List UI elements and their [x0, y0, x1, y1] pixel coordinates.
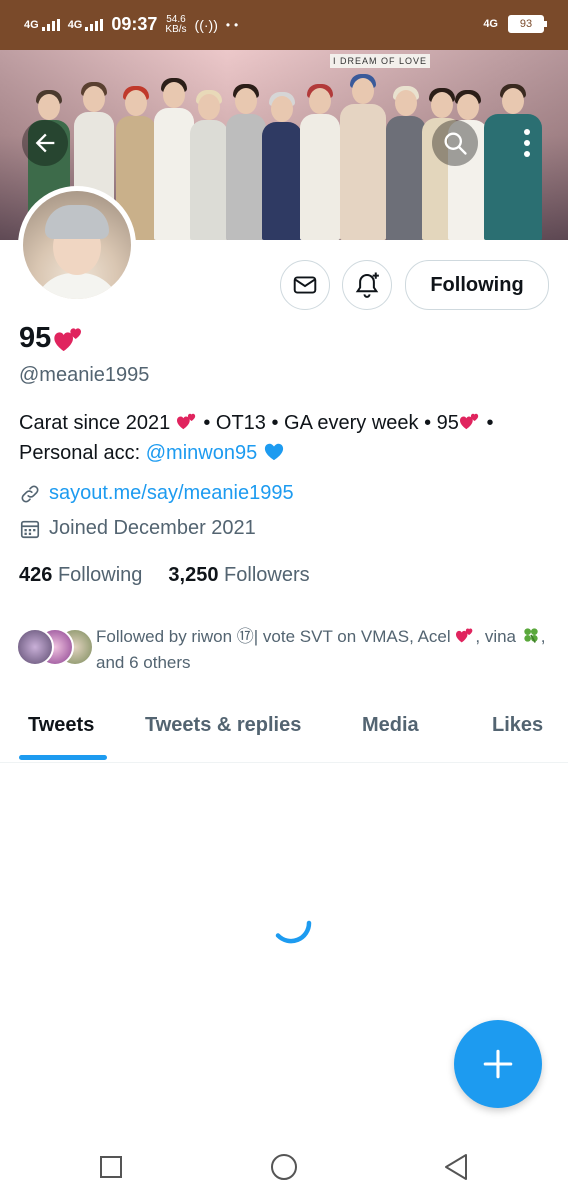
two-hearts-icon [456, 628, 473, 643]
banner-figure [386, 86, 426, 240]
website-link[interactable]: sayout.me/say/meanie1995 [49, 482, 294, 505]
profile-name: 95 [19, 322, 52, 354]
joined-text: Joined December 2021 [49, 517, 256, 539]
network-speed: 54.6 KB/s [165, 14, 187, 35]
followed-by-text: Followed by riwon ⑰| vote SVT on VMAS, A… [96, 624, 556, 676]
following-label: Following [57, 564, 143, 586]
more-options-button[interactable] [504, 120, 550, 166]
profile-handle: @meanie1995 [19, 364, 150, 386]
banner-figure [154, 78, 194, 240]
bio-mention-link[interactable]: @minwon95 [146, 442, 257, 464]
clock: 09:37 [111, 14, 158, 34]
profile-avatar[interactable] [18, 186, 136, 304]
banner-sign-text: I DREAM OF LOVE [330, 54, 430, 68]
banner-figure [226, 84, 266, 240]
profile-joined: Joined December 2021 [19, 517, 256, 540]
followers-label: Followers [224, 564, 310, 586]
status-bar: 4G 4G 09:37 54.6 KB/s ((·)) •• 4G 93 [0, 0, 568, 50]
signal-label: 4G [24, 18, 39, 31]
system-navigation-bar [0, 1130, 568, 1200]
signal-icon-2: 4G [67, 18, 104, 31]
arrow-left-icon [35, 133, 55, 153]
profile-tabs: Tweets Tweets & replies Media Likes [0, 702, 568, 763]
link-icon [21, 485, 39, 502]
active-tab-indicator [19, 755, 107, 760]
plus-icon [483, 1049, 513, 1079]
compose-tweet-button[interactable] [454, 1020, 542, 1108]
message-button[interactable] [280, 260, 330, 310]
two-hearts-icon [459, 413, 479, 430]
following-count-link[interactable]: 426 Following [19, 564, 142, 587]
bio-text-1: Carat since 2021 [19, 412, 171, 434]
home-button[interactable] [269, 1152, 299, 1182]
profile-bio: Carat since 2021 • OT13 • GA every week … [19, 408, 554, 468]
envelope-icon [293, 276, 317, 294]
hotspot-icon: ((·)) [194, 16, 218, 33]
tab-tweets[interactable]: Tweets [28, 714, 94, 737]
system-back-button[interactable] [441, 1152, 471, 1182]
calendar-icon [20, 520, 40, 538]
following-count: 426 [19, 564, 53, 586]
bio-text-2: • OT13 • GA every week • 95 [197, 412, 459, 434]
avatar-photo [23, 191, 131, 299]
circle-icon [271, 1154, 297, 1180]
network-type: 4G [483, 18, 498, 30]
search-icon [444, 132, 467, 155]
followers-count-link[interactable]: 3,250 Followers [168, 564, 309, 587]
follower-avatar [16, 628, 54, 666]
battery-icon: 93 [508, 15, 547, 33]
profile-name-row: 95 [19, 322, 85, 355]
banner-figure [340, 74, 386, 240]
two-hearts-icon [54, 327, 82, 351]
tab-likes[interactable]: Likes [492, 714, 543, 737]
spinner-icon [275, 920, 312, 944]
banner-figure [300, 84, 340, 240]
four-leaf-clover-icon [524, 628, 538, 643]
followed-by-middle: , vina [475, 627, 521, 646]
banner-figure [262, 92, 302, 240]
blue-heart-icon [264, 443, 283, 461]
followed-by-avatars [16, 624, 94, 666]
more-vertical-icon [524, 129, 530, 157]
search-button[interactable] [432, 120, 478, 166]
following-button[interactable]: Following [405, 260, 549, 310]
triangle-back-icon [445, 1154, 467, 1180]
notification-dots-icon: •• [225, 17, 243, 32]
profile-website: sayout.me/say/meanie1995 [19, 482, 294, 505]
back-button[interactable] [22, 120, 68, 166]
bell-plus-icon [355, 272, 379, 298]
signal-icon: 4G [24, 18, 60, 31]
tab-media[interactable]: Media [362, 714, 419, 737]
tab-tweets-replies[interactable]: Tweets & replies [145, 714, 301, 737]
followed-by-prefix: Followed by riwon ⑰| vote SVT on VMAS, A… [96, 627, 456, 646]
followers-count: 3,250 [168, 564, 219, 586]
banner-figure [190, 90, 228, 240]
two-hearts-icon [176, 413, 195, 430]
signal-label-2: 4G [67, 18, 83, 31]
follow-counts: 426 Following 3,250 Followers [19, 564, 310, 587]
recents-button[interactable] [96, 1152, 126, 1182]
notifications-button[interactable] [342, 260, 392, 310]
square-icon [100, 1156, 122, 1178]
speed-unit: KB/s [165, 23, 187, 35]
followed-by[interactable]: Followed by riwon ⑰| vote SVT on VMAS, A… [16, 624, 556, 676]
